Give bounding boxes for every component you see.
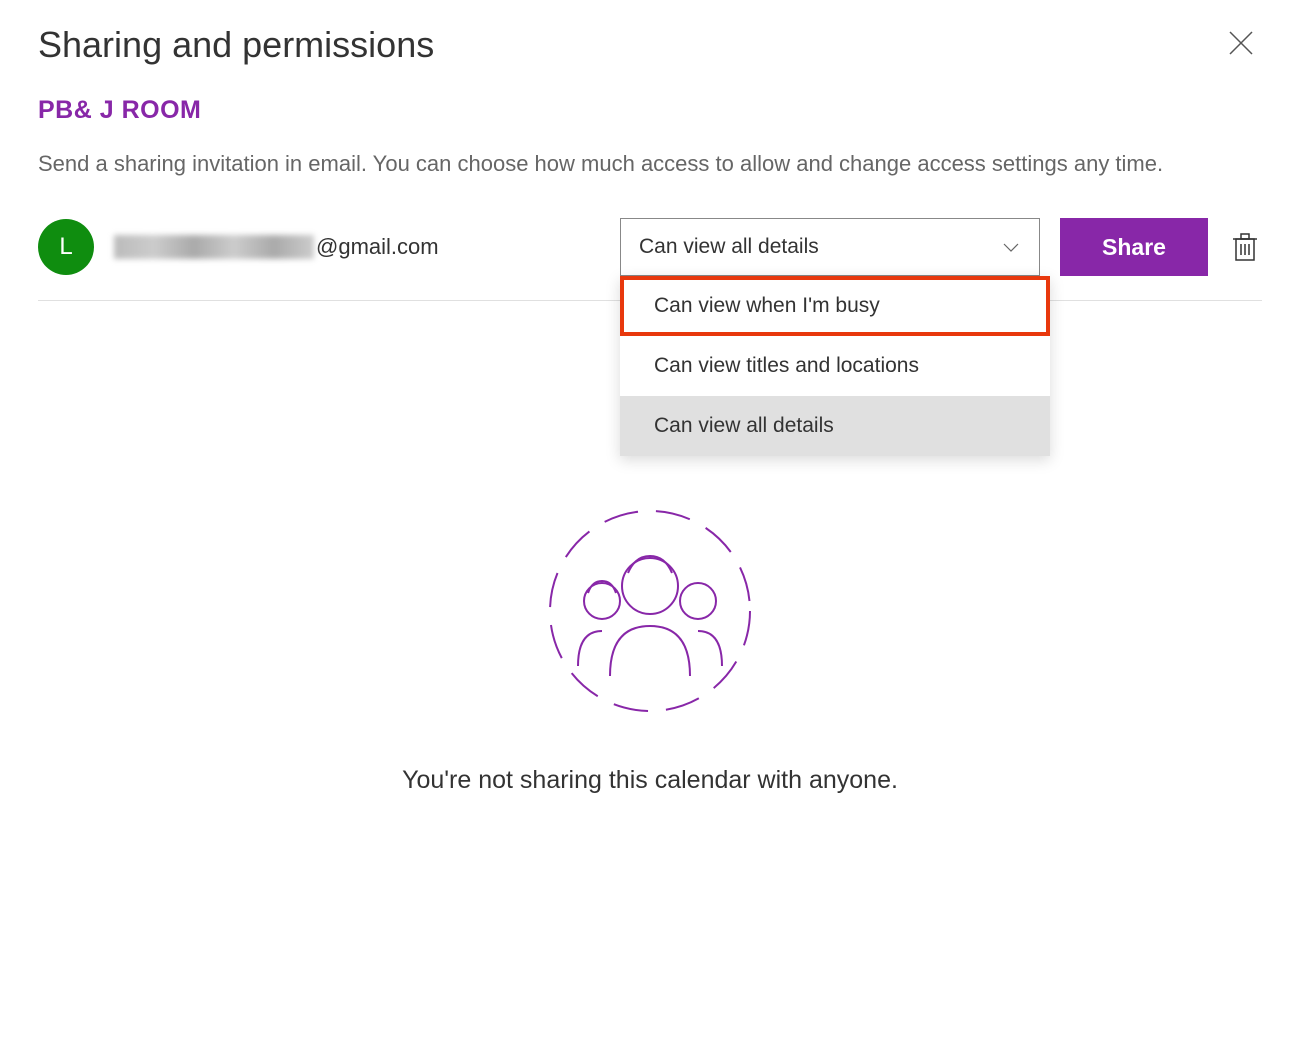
people-illustration-icon (540, 501, 760, 721)
room-name: PB& J ROOM (38, 96, 1262, 125)
email-redacted-portion (114, 235, 314, 259)
permission-dropdown-menu: Can view when I'm busy Can view titles a… (620, 276, 1050, 456)
permission-option-busy[interactable]: Can view when I'm busy (620, 276, 1050, 336)
trash-icon (1232, 232, 1258, 262)
empty-state-text: You're not sharing this calendar with an… (38, 766, 1262, 795)
permission-option-label: Can view when I'm busy (654, 294, 880, 318)
remove-button[interactable] (1228, 230, 1262, 264)
permission-dropdown-wrapper: Can view all details Can view when I'm b… (620, 218, 1040, 276)
share-button[interactable]: Share (1060, 218, 1208, 276)
email-address: @gmail.com (114, 234, 600, 260)
avatar-initial: L (59, 233, 72, 261)
close-button[interactable] (1228, 30, 1254, 61)
email-suffix: @gmail.com (316, 234, 439, 260)
close-icon (1228, 30, 1254, 56)
permission-option-label: Can view titles and locations (654, 354, 919, 378)
sharing-row: L @gmail.com Can view all details Can vi… (38, 218, 1262, 301)
permission-dropdown[interactable]: Can view all details (620, 218, 1040, 276)
empty-state: You're not sharing this calendar with an… (38, 501, 1262, 795)
permission-option-titles[interactable]: Can view titles and locations (620, 336, 1050, 396)
permission-selected-value: Can view all details (639, 235, 819, 259)
description-text: Send a sharing invitation in email. You … (38, 145, 1262, 182)
user-avatar: L (38, 219, 94, 275)
permission-option-label: Can view all details (654, 414, 834, 438)
chevron-down-icon (1001, 237, 1021, 257)
page-title: Sharing and permissions (38, 24, 1262, 66)
permission-option-details[interactable]: Can view all details (620, 396, 1050, 456)
